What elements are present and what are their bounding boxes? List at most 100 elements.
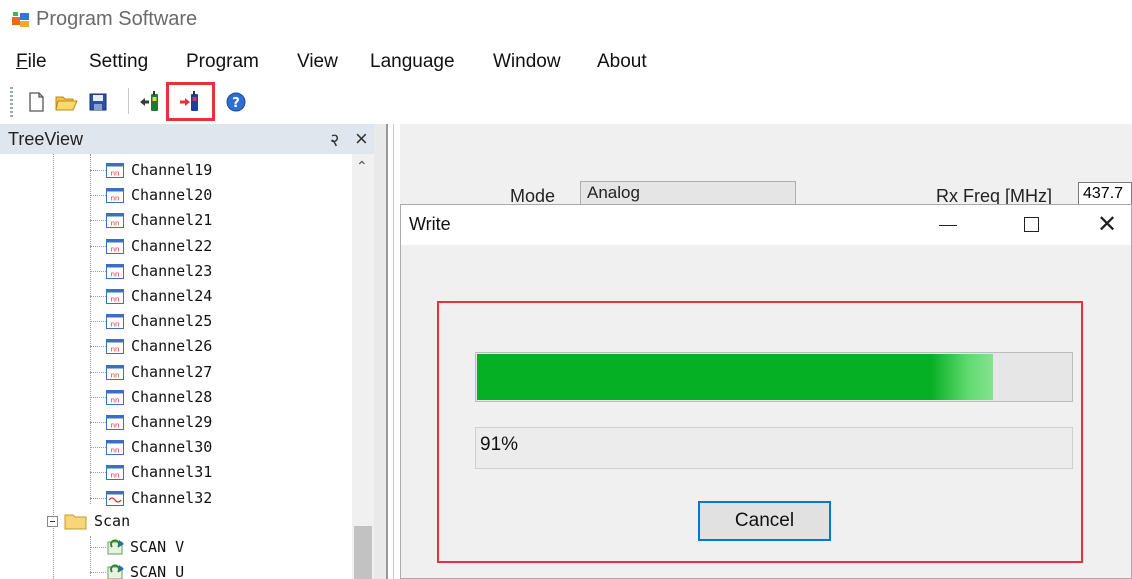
tree-item-channel[interactable]: nn Channel19 — [0, 158, 350, 183]
scrollbar-thumb[interactable] — [354, 526, 372, 579]
collapse-icon[interactable] — [47, 516, 58, 527]
tree-item-label: Channel25 — [131, 312, 213, 331]
svg-text:nn: nn — [111, 245, 120, 253]
menu-setting[interactable]: Setting — [89, 51, 148, 73]
tree-connector — [90, 220, 106, 222]
treeview-scrollbar[interactable]: ⌃ — [352, 154, 374, 579]
tree-item-channel[interactable]: nn Channel30 — [0, 435, 350, 460]
app-icon — [12, 12, 29, 27]
menu-program[interactable]: Program — [186, 51, 259, 73]
tree-item-scan-v[interactable]: SCAN V — [0, 535, 350, 560]
tree-item-channel[interactable]: nn Channel29 — [0, 410, 350, 435]
channel-icon: nn — [106, 389, 124, 405]
svg-text:nn: nn — [111, 422, 120, 430]
channel-icon: nn — [106, 163, 124, 178]
tree-item-label: SCAN U — [130, 563, 185, 579]
cancel-button[interactable]: Cancel — [698, 501, 831, 541]
tree-item-label: Channel20 — [131, 186, 213, 205]
progress-fill — [477, 354, 993, 400]
dialog-title-bar: Write ✕ — [401, 205, 1131, 245]
channel-icon: nn — [106, 339, 124, 355]
menu-about[interactable]: About — [597, 51, 647, 73]
app-title: Program Software — [36, 8, 198, 30]
tree-connector — [90, 572, 106, 573]
menu-window[interactable]: Window — [493, 51, 561, 73]
treeview-header: TreeView २ × — [0, 124, 386, 154]
channel-icon: nn — [106, 440, 124, 456]
tree-item-label: Channel24 — [131, 287, 213, 305]
treeview-body: nn Channel19 nn Channel20 nn Channel21 nn Chann… — [0, 154, 372, 579]
channel-icon — [106, 490, 124, 506]
help-icon[interactable]: ? — [222, 88, 250, 116]
open-folder-icon[interactable] — [52, 88, 80, 116]
progress-percent-text: 91% — [480, 434, 519, 455]
progress-bar — [475, 352, 1073, 402]
tree-connector — [90, 371, 106, 373]
tree-item-label: Channel21 — [131, 211, 213, 230]
tree-item-label: Channel29 — [131, 413, 213, 431]
save-icon[interactable] — [84, 88, 112, 116]
tree-item-channel[interactable]: nn Channel20 — [0, 183, 350, 208]
tree-connector — [90, 270, 106, 272]
tree-item-channel[interactable]: nn Channel27 — [0, 360, 350, 385]
close-icon[interactable]: ✕ — [1097, 210, 1117, 239]
tree-item-channel[interactable]: nn Channel25 — [0, 309, 350, 334]
channel-icon: nn — [106, 364, 124, 380]
tree-item-channel[interactable]: nn Channel24 — [0, 284, 350, 309]
tree-folder-label: Scan — [94, 512, 131, 530]
read-from-radio-icon[interactable] — [136, 88, 164, 116]
title-bar: Program Software — [0, 0, 1132, 40]
tree-item-channel[interactable]: Channel32 — [0, 486, 350, 511]
toolbar: ? — [0, 82, 1132, 122]
tree-item-channel[interactable]: nn Channel26 — [0, 334, 350, 359]
rx-freq-input[interactable]: 437.7 — [1078, 182, 1132, 206]
write-to-radio-icon[interactable] — [176, 88, 204, 116]
channel-icon: nn — [106, 238, 124, 254]
menu-language[interactable]: Language — [370, 51, 455, 73]
tree-connector — [90, 547, 106, 548]
tree-item-channel[interactable]: nn Channel31 — [0, 460, 350, 485]
svg-text:nn: nn — [111, 447, 120, 455]
channel-icon: nn — [106, 188, 124, 204]
tree-item-channel[interactable]: nn Channel28 — [0, 385, 350, 410]
tree-connector — [90, 321, 106, 323]
svg-text:nn: nn — [111, 270, 120, 278]
treeview-title: TreeView — [8, 129, 84, 149]
panel-splitter[interactable] — [374, 124, 386, 579]
toolbar-grip[interactable] — [10, 87, 13, 117]
tree-connector — [90, 497, 106, 499]
tree-item-channel[interactable]: nn Channel21 — [0, 208, 350, 233]
toolbar-separator — [128, 88, 129, 114]
maximize-icon[interactable] — [1024, 217, 1039, 232]
menu-view[interactable]: View — [297, 51, 338, 73]
scan-icon — [107, 564, 124, 579]
tree-folder-scan[interactable]: Scan — [0, 509, 350, 534]
svg-text:nn: nn — [111, 371, 120, 379]
tree-item-channel[interactable]: nn Channel23 — [0, 259, 350, 284]
channel-icon: nn — [106, 213, 124, 229]
tree-item-label: Channel27 — [131, 362, 213, 381]
svg-text:nn: nn — [111, 195, 120, 203]
minimize-icon[interactable] — [939, 225, 957, 226]
panel-border — [393, 124, 394, 579]
tree-item-label: Channel30 — [131, 438, 213, 457]
svg-text:?: ? — [232, 96, 240, 111]
channel-icon: nn — [106, 314, 124, 330]
mode-select-value: Analog — [587, 183, 640, 202]
tree-item-channel[interactable]: nn Channel22 — [0, 234, 350, 259]
pin-icon[interactable]: २ — [330, 128, 339, 152]
tree-item-label: Channel19 — [131, 161, 213, 179]
progress-text-box: 91% — [475, 427, 1073, 469]
menu-bar: File Setting Program View Language Windo… — [0, 40, 1132, 82]
tree-connector — [90, 296, 106, 297]
channel-icon: nn — [106, 289, 124, 304]
svg-text:nn: nn — [111, 321, 120, 329]
menu-file[interactable]: File — [16, 51, 47, 73]
tree-item-label: Channel31 — [131, 463, 213, 482]
tree-item-scan-u[interactable]: SCAN U — [0, 560, 350, 579]
new-file-icon[interactable] — [22, 88, 50, 116]
close-icon[interactable]: × — [355, 126, 368, 152]
mode-select[interactable]: Analog — [580, 181, 796, 205]
tree-item-label: Channel22 — [131, 236, 213, 255]
scroll-up-icon[interactable]: ⌃ — [356, 158, 368, 175]
